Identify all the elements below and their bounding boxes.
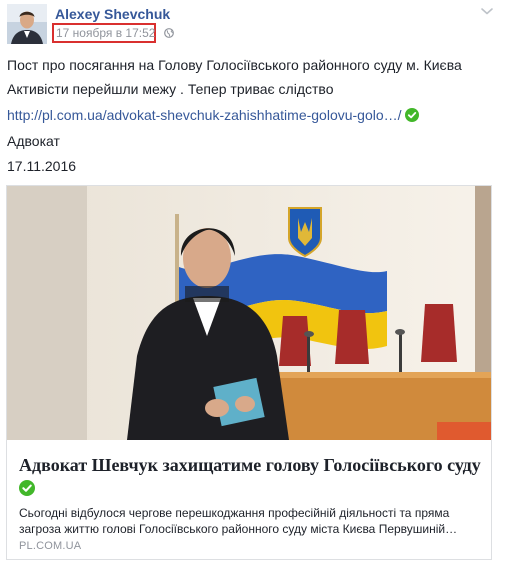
avatar-image [7, 4, 47, 44]
verified-icon [19, 480, 35, 496]
post-text-line: Активісти перейшли межу . Тепер триває с… [7, 81, 334, 97]
post-timestamp[interactable]: 17 ноября в 17:52 [56, 26, 155, 40]
avatar[interactable] [7, 4, 47, 44]
link-preview-title-text: Адвокат Шевчук захищатиме голову Голосії… [19, 455, 481, 475]
courtroom-photo [7, 186, 491, 440]
post-link[interactable]: http://pl.com.ua/advokat-shevchuk-zahish… [7, 107, 402, 123]
link-preview-card[interactable]: Адвокат Шевчук захищатиме голову Голосії… [6, 185, 492, 560]
link-preview-domain: PL.COM.UA [19, 540, 82, 552]
post-text-line: 17.11.2016 [7, 158, 77, 174]
globe-icon[interactable] [164, 28, 174, 38]
link-preview-description: Сьогодні відбулося чергове перешкоджання… [19, 506, 458, 536]
chevron-down-icon[interactable] [480, 6, 494, 16]
link-preview-image[interactable] [7, 186, 491, 440]
feed-post: Alexey Shevchuk 17 ноября в 17:52 Пост п… [0, 0, 508, 567]
link-preview-title[interactable]: Адвокат Шевчук захищатиме голову Голосії… [19, 454, 481, 498]
author-name[interactable]: Alexey Shevchuk [55, 6, 170, 22]
post-text-line: Адвокат [7, 133, 60, 149]
post-text-line: Пост про посягання на Голову Голосіївськ… [7, 57, 462, 73]
verified-icon [404, 108, 419, 122]
post-link-line: http://pl.com.ua/advokat-shevchuk-zahish… [7, 106, 419, 124]
